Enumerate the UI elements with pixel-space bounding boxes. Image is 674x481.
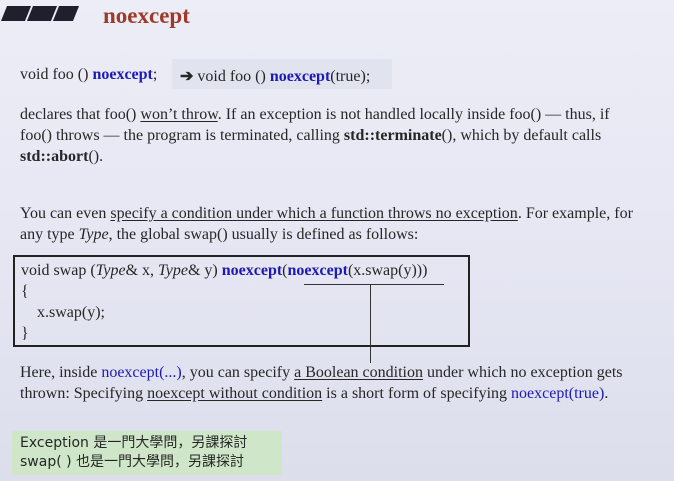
paragraph-boolean-condition: Here, inside noexcept(...), you can spec… — [20, 364, 623, 402]
swap-code-block: void swap (Type& x, Type& y) noexcept(no… — [21, 262, 428, 342]
slide-title: noexcept — [103, 3, 190, 28]
paragraph-condition: You can even specify a condition under w… — [20, 205, 633, 243]
noexcept-true-equivalent: ➔ void foo () noexcept(true); — [180, 68, 371, 85]
noexcept-declaration: void foo () noexcept; — [20, 66, 158, 83]
paragraph-declares: declares that foo() won’t throw. If an e… — [20, 106, 610, 165]
chinese-note: Exception 是一門大學問，另課探討 swap( ) 也是一門大學問，另課… — [20, 435, 248, 470]
right-arrow-icon: ➔ — [180, 68, 194, 85]
